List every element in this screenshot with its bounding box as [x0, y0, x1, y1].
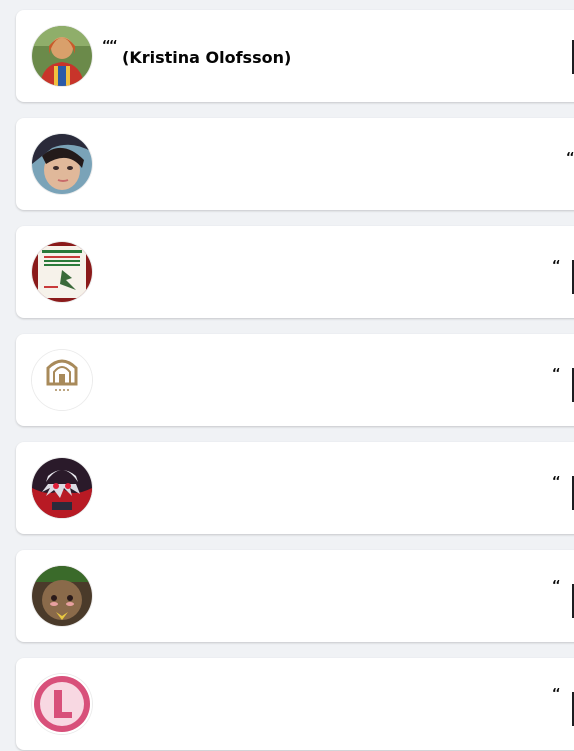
- quote-mark: ‘‘: [552, 474, 560, 488]
- friend-card[interactable]: ‘‘: [16, 658, 574, 750]
- quote-mark: ‘‘: [552, 366, 560, 380]
- hotel-logo-avatar[interactable]: [32, 350, 92, 410]
- face-cookie-avatar[interactable]: [32, 566, 92, 626]
- quote-mark: ‘‘: [552, 578, 560, 592]
- friend-card[interactable]: ‘‘: [16, 334, 574, 426]
- anime-character-avatar[interactable]: [32, 458, 92, 518]
- profile-name[interactable]: (Kristina Olofsson): [122, 48, 291, 67]
- quote-mark: ‘‘: [552, 258, 560, 272]
- shop-flyer-avatar[interactable]: [32, 242, 92, 302]
- woman-portrait-avatar[interactable]: [32, 26, 92, 86]
- friend-card[interactable]: ‘‘: [16, 442, 574, 534]
- friend-card[interactable]: ‘‘‘‘ (Kristina Olofsson): [16, 10, 574, 102]
- letter-l-logo-avatar[interactable]: [32, 674, 92, 734]
- friend-card[interactable]: ‘‘: [16, 550, 574, 642]
- quote-mark: ‘‘: [566, 150, 574, 164]
- girl-selfie-avatar[interactable]: [32, 134, 92, 194]
- friend-card[interactable]: ‘‘: [16, 226, 574, 318]
- quote-mark: ‘‘‘‘: [102, 38, 117, 52]
- quote-mark: ‘‘: [552, 686, 560, 700]
- friend-card[interactable]: ‘‘: [16, 118, 574, 210]
